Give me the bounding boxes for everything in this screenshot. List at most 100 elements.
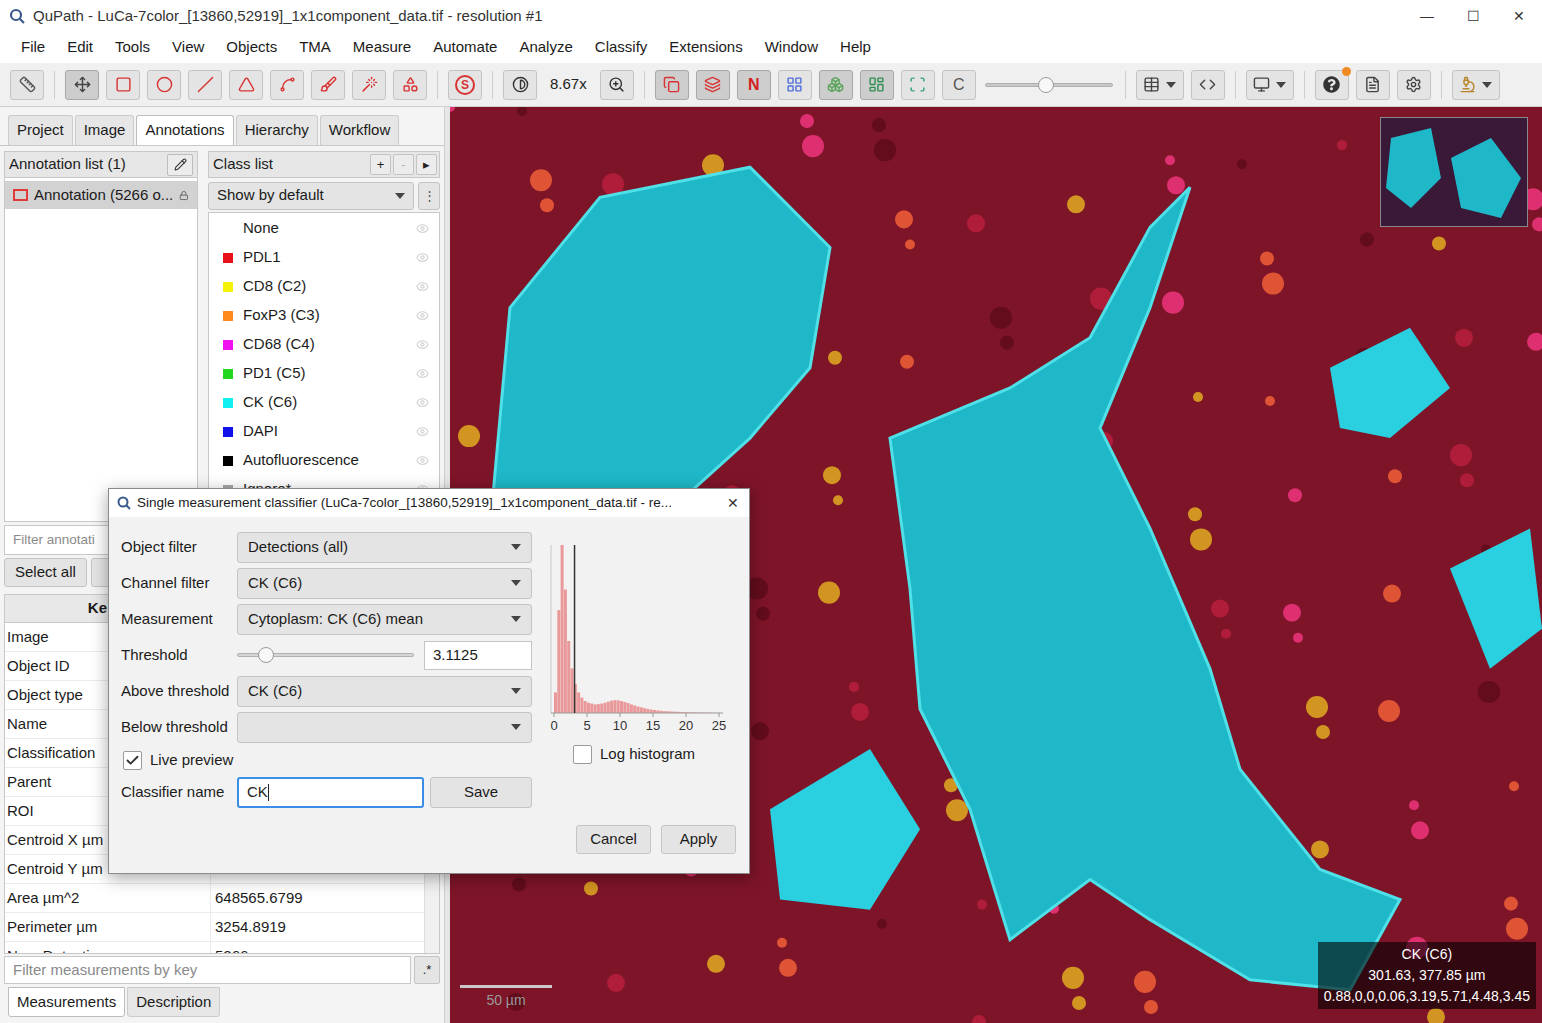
select-field[interactable]: Cytoplasm: CK (C6) mean (237, 604, 532, 635)
toolbar-button[interactable] (1136, 70, 1184, 100)
menu-item[interactable]: Edit (56, 36, 104, 59)
toolbar-button[interactable] (1397, 70, 1431, 100)
class-filter-select[interactable]: Show by default (208, 182, 414, 210)
class-item[interactable]: PDL1 (209, 243, 439, 272)
eye-icon[interactable] (416, 425, 429, 438)
threshold-input[interactable]: 3.1125 (424, 641, 532, 670)
toolbar-button[interactable] (1452, 70, 1500, 100)
threshold-slider[interactable] (237, 645, 414, 665)
class-item[interactable]: CD68 (C4) (209, 330, 439, 359)
eye-icon[interactable] (416, 222, 429, 235)
toolbar-button[interactable] (503, 70, 537, 100)
toolbar-button[interactable] (188, 70, 222, 100)
toolbar-button[interactable] (778, 70, 812, 100)
class-item[interactable]: PD1 (C5) (209, 359, 439, 388)
menu-item[interactable]: Help (829, 36, 882, 59)
edit-button[interactable] (167, 154, 193, 176)
minimize-button[interactable]: — (1404, 0, 1450, 32)
eye-icon[interactable] (416, 396, 429, 409)
class-list-button[interactable]: - (393, 154, 414, 175)
measurement-filter[interactable]: Filter measurements by key (4, 956, 411, 984)
class-item[interactable]: DAPI (209, 417, 439, 446)
threshold-line[interactable] (574, 545, 576, 713)
toolbar-button[interactable] (106, 70, 140, 100)
table-row[interactable]: Perimeter µm3254.8919 (5, 913, 424, 942)
menu-item[interactable]: Classify (584, 36, 659, 59)
toolbar-button[interactable] (600, 70, 634, 100)
toolbar-button[interactable] (311, 70, 345, 100)
toolbar-button[interactable]: N (737, 70, 771, 100)
class-list-button[interactable]: ▸ (416, 154, 437, 175)
toolbar-button[interactable] (352, 70, 386, 100)
toolbar-button[interactable] (270, 70, 304, 100)
regex-button[interactable]: .* (414, 956, 440, 984)
class-item[interactable]: CK (C6) (209, 388, 439, 417)
tab[interactable]: Hierarchy (236, 115, 318, 145)
select-field[interactable]: Detections (all) (237, 532, 532, 563)
menu-item[interactable]: Automate (422, 36, 508, 59)
maximize-button[interactable]: ☐ (1450, 0, 1496, 32)
menu-item[interactable]: TMA (288, 36, 342, 59)
opacity-slider[interactable] (985, 75, 1113, 95)
apply-button[interactable]: Apply (661, 825, 736, 854)
eye-icon[interactable] (416, 280, 429, 293)
close-button[interactable]: ✕ (1496, 0, 1542, 32)
select-all-button[interactable]: Select all (4, 558, 87, 587)
toolbar-button[interactable] (1356, 70, 1390, 100)
class-item[interactable]: CD8 (C2) (209, 272, 439, 301)
tab[interactable]: Project (8, 115, 73, 145)
annotation-item[interactable]: Annotation (5266 o... (5, 181, 197, 209)
log-histogram-checkbox[interactable] (573, 745, 592, 764)
tab[interactable]: Description (127, 987, 220, 1017)
toolbar-button[interactable]: S (448, 70, 482, 100)
save-button[interactable]: Save (430, 777, 532, 808)
dialog-close-button[interactable]: ✕ (721, 492, 745, 514)
eye-icon[interactable] (416, 309, 429, 322)
toolbar-button[interactable] (229, 70, 263, 100)
toolbar-button[interactable] (147, 70, 181, 100)
toolbar-button[interactable] (393, 70, 427, 100)
tab[interactable]: Annotations (136, 115, 233, 145)
toolbar-button[interactable] (10, 70, 44, 100)
menu-item[interactable]: Objects (215, 36, 288, 59)
class-list-button[interactable]: + (370, 154, 391, 175)
menu-item[interactable]: Window (754, 36, 829, 59)
class-menu-button[interactable]: ⋮ (418, 182, 440, 210)
toolbar-button[interactable]: C (942, 70, 976, 100)
toolbar-button[interactable] (655, 70, 689, 100)
menu-item[interactable]: Tools (104, 36, 161, 59)
cancel-button[interactable]: Cancel (576, 825, 651, 854)
live-preview-row[interactable]: Live preview (121, 745, 547, 775)
live-preview-checkbox[interactable] (123, 751, 142, 770)
eye-icon[interactable] (416, 367, 429, 380)
tab[interactable]: Workflow (320, 115, 399, 145)
eye-icon[interactable] (416, 454, 429, 467)
toolbar-button[interactable] (1191, 70, 1225, 100)
tab[interactable]: Measurements (8, 987, 125, 1017)
table-row[interactable]: Num Detections5266 (5, 942, 424, 953)
toolbar-button[interactable] (1246, 70, 1294, 100)
toolbar-button[interactable] (901, 70, 935, 100)
class-item[interactable]: Autofluorescence (209, 446, 439, 475)
eye-icon[interactable] (416, 251, 429, 264)
select-field[interactable]: CK (C6) (237, 676, 532, 707)
menu-item[interactable]: Measure (342, 36, 422, 59)
eye-icon[interactable] (416, 338, 429, 351)
classifier-name-input[interactable]: CK (237, 777, 424, 808)
menu-item[interactable]: File (10, 36, 56, 59)
menu-item[interactable]: Analyze (508, 36, 583, 59)
toolbar-button[interactable] (696, 70, 730, 100)
select-field[interactable]: CK (C6) (237, 568, 532, 599)
menu-item[interactable]: View (161, 36, 215, 59)
toolbar-button[interactable] (860, 70, 894, 100)
class-item[interactable]: FoxP3 (C3) (209, 301, 439, 330)
toolbar-button[interactable] (819, 70, 853, 100)
toolbar-button[interactable] (65, 70, 99, 100)
toolbar-button[interactable] (1315, 70, 1349, 100)
log-histogram-row[interactable]: Log histogram (573, 743, 747, 766)
select-field[interactable] (237, 712, 532, 743)
menu-item[interactable]: Extensions (658, 36, 753, 59)
table-row[interactable]: Area µm^2648565.6799 (5, 884, 424, 913)
class-item[interactable]: None (209, 214, 439, 243)
tab[interactable]: Image (75, 115, 135, 145)
